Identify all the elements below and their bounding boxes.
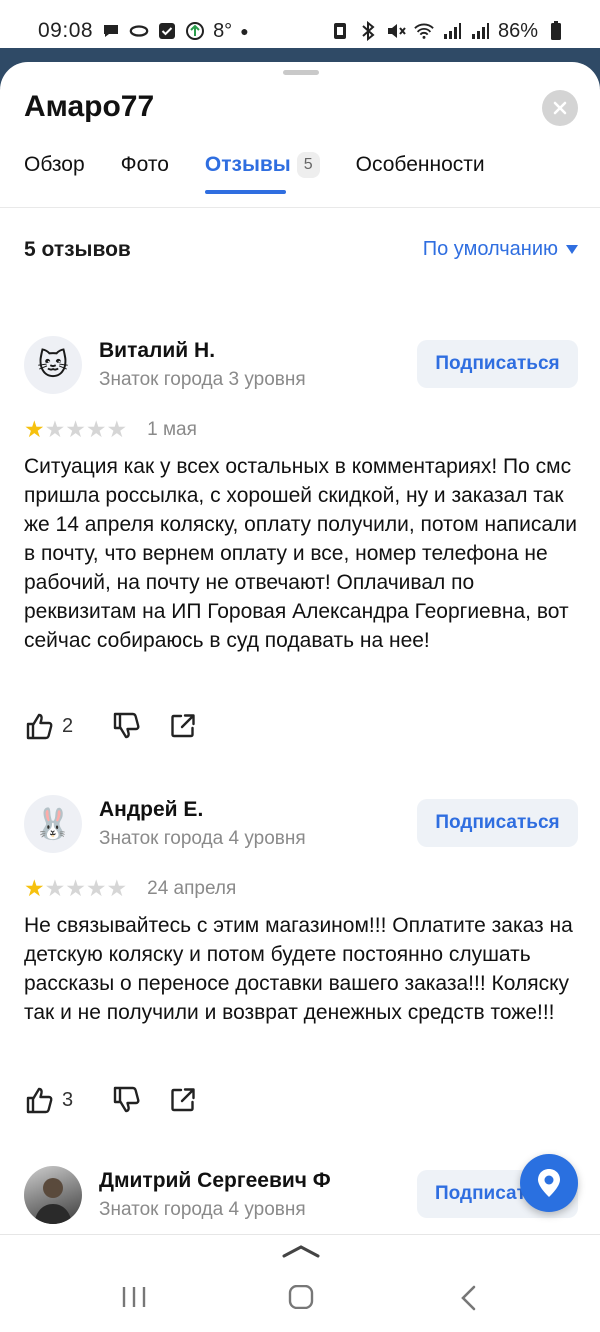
avatar[interactable]: [24, 1166, 82, 1224]
battery-icon: [546, 21, 566, 41]
back-icon[interactable]: [460, 1285, 478, 1311]
rating-stars: ★ ★ ★ ★ ★ 24 апреля: [24, 877, 236, 900]
close-icon: [553, 101, 567, 115]
map-button[interactable]: [520, 1154, 578, 1212]
dislike-button[interactable]: [111, 711, 141, 741]
share-icon: [171, 1088, 195, 1112]
weather-icon: [185, 21, 205, 41]
review-actions: 2: [24, 711, 225, 741]
star-empty-icon: ★: [65, 875, 86, 901]
tab-reviews[interactable]: Отзывы 5: [204, 150, 320, 194]
review-author[interactable]: Дмитрий Сергеевич Ф: [99, 1169, 331, 1193]
like-button[interactable]: 3: [24, 1085, 73, 1115]
star-empty-icon: ★: [65, 416, 86, 442]
subscribe-button[interactable]: Подписаться: [417, 340, 578, 388]
thumb-up-icon: [26, 1087, 53, 1114]
share-icon: [171, 714, 195, 738]
review-author[interactable]: Андрей Е.: [99, 798, 203, 822]
review-actions: 3: [24, 1085, 225, 1115]
tab-label: Отзывы: [204, 153, 291, 176]
tab-label: Фото: [120, 153, 169, 176]
sheet-grabber[interactable]: [283, 70, 319, 75]
home-icon[interactable]: [288, 1285, 314, 1309]
star-filled-icon: ★: [24, 875, 45, 901]
caret-down-icon: [566, 245, 578, 254]
rabbit-face-icon: 🐰: [34, 807, 72, 841]
thumb-down-icon: [113, 712, 140, 739]
mute-icon: [386, 21, 406, 41]
sort-label: По умолчанию: [422, 238, 558, 260]
dislike-button[interactable]: [111, 1085, 141, 1115]
reviews-count-badge: 5: [296, 152, 320, 178]
star-empty-icon: ★: [106, 875, 128, 901]
review-text: Ситуация как у всех остальных в коммента…: [24, 455, 578, 652]
author-level: Знаток города 4 уровня: [99, 1199, 306, 1220]
like-count: 2: [62, 714, 74, 737]
avatar[interactable]: 🐰: [24, 795, 82, 853]
checkbox-icon: [157, 21, 177, 41]
tab-label: Особенности: [355, 153, 485, 176]
recent-apps-icon[interactable]: [121, 1285, 147, 1309]
system-nav-bar: [0, 1234, 600, 1332]
battery-percent: 86%: [497, 19, 538, 42]
author-level: Знаток города 4 уровня: [99, 828, 306, 849]
nfc-icon: [330, 21, 350, 41]
thumb-down-icon: [113, 1086, 140, 1113]
close-button[interactable]: [542, 90, 578, 126]
chevron-up-icon[interactable]: [282, 1243, 320, 1259]
subscribe-button[interactable]: Подписаться: [417, 799, 578, 847]
star-filled-icon: ★: [24, 416, 45, 442]
signal-icon-2: [470, 21, 490, 41]
ring-icon: [129, 21, 149, 41]
divider: [0, 207, 600, 208]
share-button[interactable]: [169, 1086, 197, 1114]
tab-features[interactable]: Особенности: [356, 150, 485, 180]
share-button[interactable]: [169, 712, 197, 740]
reviews-count: 5 отзывов: [24, 238, 131, 261]
bluetooth-icon: [358, 21, 378, 41]
author-level: Знаток города 3 уровня: [99, 369, 306, 390]
star-empty-icon: ★: [44, 416, 66, 442]
avatar[interactable]: 🐱: [24, 336, 82, 394]
map-pin-icon: [538, 1169, 560, 1197]
review-date: 24 апреля: [147, 877, 237, 899]
star-empty-icon: ★: [85, 875, 107, 901]
temperature: 8°: [213, 19, 233, 42]
notification-dot-icon: ●: [240, 23, 249, 39]
cat-face-icon: 🐱: [37, 348, 69, 382]
thumb-up-icon: [26, 713, 53, 740]
star-empty-icon: ★: [44, 875, 66, 901]
review-author[interactable]: Виталий Н.: [99, 339, 215, 363]
like-count: 3: [62, 1088, 74, 1111]
tab-overview[interactable]: Обзор: [24, 150, 85, 180]
star-empty-icon: ★: [85, 416, 107, 442]
like-button[interactable]: 2: [24, 711, 73, 741]
chat-bubble-icon: [101, 21, 121, 41]
page-title: Амаро77: [24, 90, 155, 123]
review-card: 🐱 Виталий Н. Знаток города 3 уровня Подп…: [0, 336, 600, 756]
star-empty-icon: ★: [106, 416, 128, 442]
review-date: 1 мая: [147, 418, 197, 440]
place-sheet: Амаро77 Обзор Фото Отзывы 5 Особенности …: [0, 62, 600, 1234]
sort-dropdown[interactable]: По умолчанию: [423, 238, 578, 261]
tab-bar: Обзор Фото Отзывы 5 Особенности: [24, 150, 521, 196]
review-card: 🐰 Андрей Е. Знаток города 4 уровня Подпи…: [0, 795, 600, 1125]
status-time: 09:08: [38, 19, 94, 42]
wifi-icon: [414, 21, 434, 41]
review-card: Дмитрий Сергеевич Ф Знаток города 4 уров…: [0, 1166, 600, 1234]
tab-label: Обзор: [24, 153, 85, 176]
review-text: Не связывайтесь с этим магазином!!! Опла…: [24, 914, 573, 1024]
tab-photo[interactable]: Фото: [121, 150, 169, 180]
rating-stars: ★ ★ ★ ★ ★ 1 мая: [24, 418, 197, 441]
signal-icon: [442, 21, 462, 41]
user-photo-icon: [34, 1178, 72, 1224]
